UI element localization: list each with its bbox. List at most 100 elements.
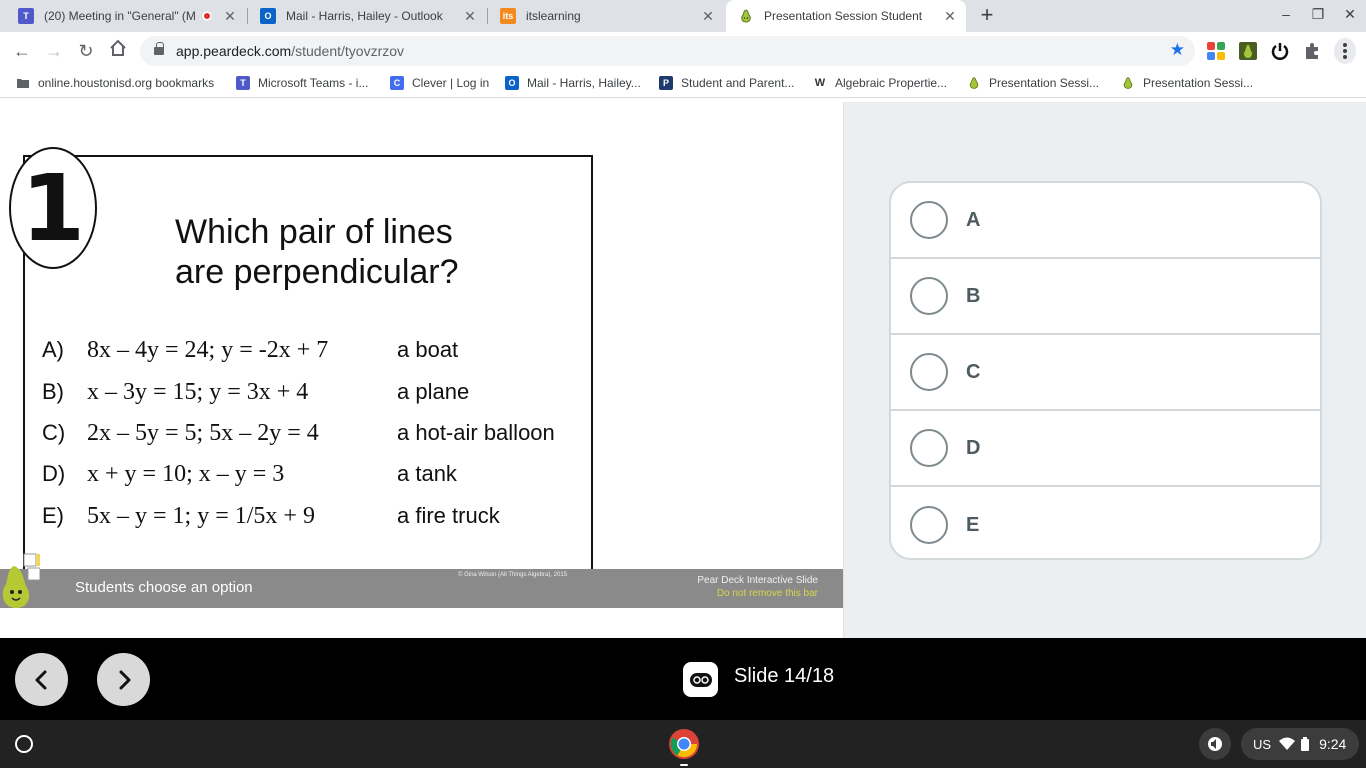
close-window-icon[interactable]: ✕ bbox=[1340, 6, 1360, 23]
bookmark-presentation-2[interactable]: Presentation Sessi... bbox=[1121, 76, 1253, 90]
outlook-icon: O bbox=[260, 8, 276, 24]
maximize-icon[interactable]: ❐ bbox=[1308, 6, 1328, 23]
teams-icon: T bbox=[18, 8, 34, 24]
slide-pane: Which pair of lines are perpendicular? A… bbox=[0, 102, 843, 638]
bookmark-clever[interactable]: C Clever | Log in bbox=[390, 76, 489, 90]
chrome-icon[interactable] bbox=[668, 728, 700, 760]
os-shelf: US 9:24 bbox=[0, 720, 1366, 768]
lock-icon bbox=[154, 42, 164, 55]
answer-choices: A B C D E bbox=[889, 181, 1322, 560]
address-bar[interactable]: app.peardeck.com/student/tyovzrzov ★ bbox=[140, 36, 1195, 66]
bookmark-presentation-1[interactable]: Presentation Sessi... bbox=[967, 76, 1099, 90]
new-tab-plus-icon[interactable]: + bbox=[976, 4, 998, 28]
radio-button[interactable] bbox=[910, 277, 948, 315]
peardeck-icon bbox=[738, 8, 754, 24]
forward-arrow-icon[interactable]: → bbox=[42, 39, 66, 63]
browser-toolbar: ← → ↻ app.peardeck.com/student/tyovzrzov… bbox=[0, 32, 1366, 70]
peardeck-icon bbox=[1121, 76, 1135, 90]
teams-icon: T bbox=[236, 76, 250, 90]
close-icon[interactable]: ✕ bbox=[222, 8, 238, 25]
launcher-icon[interactable] bbox=[15, 735, 33, 753]
choice-a[interactable]: A bbox=[891, 183, 1320, 259]
slide-option-b: B) x – 3y = 15; y = 3x + 4 a plane bbox=[42, 378, 470, 405]
close-icon[interactable]: ✕ bbox=[942, 8, 958, 25]
slide-frame: Which pair of lines are perpendicular? A… bbox=[23, 155, 593, 585]
wifi-icon bbox=[1279, 737, 1296, 750]
peardeck-interactive-bar: © Gina Wilson (All Things Algebra), 2015… bbox=[0, 569, 843, 608]
folder-icon bbox=[16, 76, 30, 90]
menu-kebab-icon[interactable] bbox=[1334, 38, 1356, 64]
slide-option-c: C) 2x – 5y = 5; 5x – 2y = 4 a hot-air ba… bbox=[42, 419, 555, 446]
choice-c[interactable]: C bbox=[891, 335, 1320, 411]
recording-icon bbox=[202, 11, 212, 21]
bookmarks-bar: online.houstonisd.org bookmarks T Micros… bbox=[0, 70, 1366, 98]
choice-e[interactable]: E bbox=[891, 487, 1320, 558]
bookmark-label: online.houstonisd.org bookmarks bbox=[38, 76, 215, 90]
bookmark-houstonisd[interactable]: online.houstonisd.org bookmarks bbox=[16, 76, 214, 90]
close-icon[interactable]: ✕ bbox=[700, 8, 716, 25]
bookmark-algebraic-properties[interactable]: W Algebraic Propertie... bbox=[813, 76, 947, 90]
question-text: Which pair of lines are perpendicular? bbox=[175, 213, 459, 291]
close-icon[interactable]: ✕ bbox=[462, 8, 478, 25]
home-icon[interactable] bbox=[106, 39, 130, 63]
choice-label: B bbox=[966, 284, 981, 307]
chevron-right-icon bbox=[119, 670, 130, 689]
radio-button[interactable] bbox=[910, 506, 948, 544]
slide-deck-icon bbox=[683, 662, 718, 697]
power-extension-icon[interactable] bbox=[1270, 41, 1290, 61]
do-not-remove-label: Do not remove this bar bbox=[716, 588, 818, 599]
peardeck-extension-icon[interactable] bbox=[1238, 41, 1258, 61]
copyright-credit: © Gina Wilson (All Things Algebra), 2015 bbox=[458, 572, 568, 578]
slide-option-e: E) 5x – y = 1; y = 1/5x + 9 a fire truck bbox=[42, 502, 500, 529]
tab-itslearning[interactable]: its itslearning ✕ bbox=[488, 0, 724, 32]
tab-title: Presentation Session Student bbox=[764, 9, 923, 23]
slide-option-a: A) 8x – 4y = 24; y = -2x + 7 a boat bbox=[42, 336, 459, 363]
next-slide-button[interactable] bbox=[97, 653, 150, 706]
bookmark-label: Student and Parent... bbox=[681, 76, 795, 90]
bookmark-powerschool[interactable]: P Student and Parent... bbox=[659, 76, 794, 90]
bookmark-outlook[interactable]: O Mail - Harris, Hailey... bbox=[505, 76, 641, 90]
choice-label: A bbox=[966, 208, 981, 231]
outlook-icon: O bbox=[505, 76, 519, 90]
radio-button[interactable] bbox=[910, 353, 948, 391]
powerschool-icon: P bbox=[659, 76, 673, 90]
reload-icon[interactable]: ↻ bbox=[74, 39, 98, 63]
bookmark-star-icon[interactable]: ★ bbox=[1170, 40, 1185, 60]
tab-outlook[interactable]: O Mail - Harris, Hailey - Outlook ✕ bbox=[248, 0, 486, 32]
clock: 9:24 bbox=[1319, 736, 1347, 752]
itslearning-icon: its bbox=[500, 8, 516, 24]
bookmark-label: Presentation Sessi... bbox=[1143, 76, 1254, 90]
choice-label: D bbox=[966, 436, 981, 459]
choice-label: E bbox=[966, 513, 980, 536]
keyboard-locale: US bbox=[1253, 736, 1272, 752]
tab-strip: T (20) Meeting in "General" (M ✕ O Mail … bbox=[0, 0, 1366, 32]
audio-status-icon[interactable] bbox=[1199, 728, 1231, 760]
tab-title: (20) Meeting in "General" (M bbox=[44, 9, 196, 23]
minimize-icon[interactable]: – bbox=[1276, 6, 1296, 22]
pear-mascot-icon bbox=[2, 553, 40, 608]
tab-title: Mail - Harris, Hailey - Outlook bbox=[286, 9, 443, 23]
back-arrow-icon[interactable]: ← bbox=[10, 39, 34, 63]
weebly-icon: W bbox=[814, 77, 826, 89]
slide-counter: Slide 14/18 bbox=[734, 665, 835, 687]
choice-b[interactable]: B bbox=[891, 259, 1320, 335]
radio-button[interactable] bbox=[910, 429, 948, 467]
tab-teams-meeting[interactable]: T (20) Meeting in "General" (M ✕ bbox=[6, 0, 246, 32]
choice-d[interactable]: D bbox=[891, 411, 1320, 487]
radio-button[interactable] bbox=[910, 201, 948, 239]
bookmark-label: Algebraic Propertie... bbox=[835, 76, 948, 90]
slide-option-d: D) x + y = 10; x – y = 3 a tank bbox=[42, 460, 457, 487]
battery-icon bbox=[1301, 737, 1310, 751]
bookmark-teams[interactable]: T Microsoft Teams - i... bbox=[236, 76, 368, 90]
bookmark-label: Mail - Harris, Hailey... bbox=[527, 76, 641, 90]
extensions-puzzle-icon[interactable] bbox=[1302, 41, 1322, 61]
slide-navigation-bar: Slide 14/18 bbox=[0, 638, 1366, 720]
previous-slide-button[interactable] bbox=[15, 653, 68, 706]
tab-title: itslearning bbox=[526, 9, 581, 23]
question-number: 1 bbox=[9, 147, 97, 269]
clever-icon: C bbox=[390, 76, 404, 90]
running-indicator bbox=[680, 764, 688, 766]
google-apps-extension-icon[interactable] bbox=[1206, 41, 1226, 61]
status-tray[interactable]: US 9:24 bbox=[1241, 728, 1359, 760]
tab-presentation-session[interactable]: Presentation Session Student ✕ bbox=[726, 0, 966, 32]
